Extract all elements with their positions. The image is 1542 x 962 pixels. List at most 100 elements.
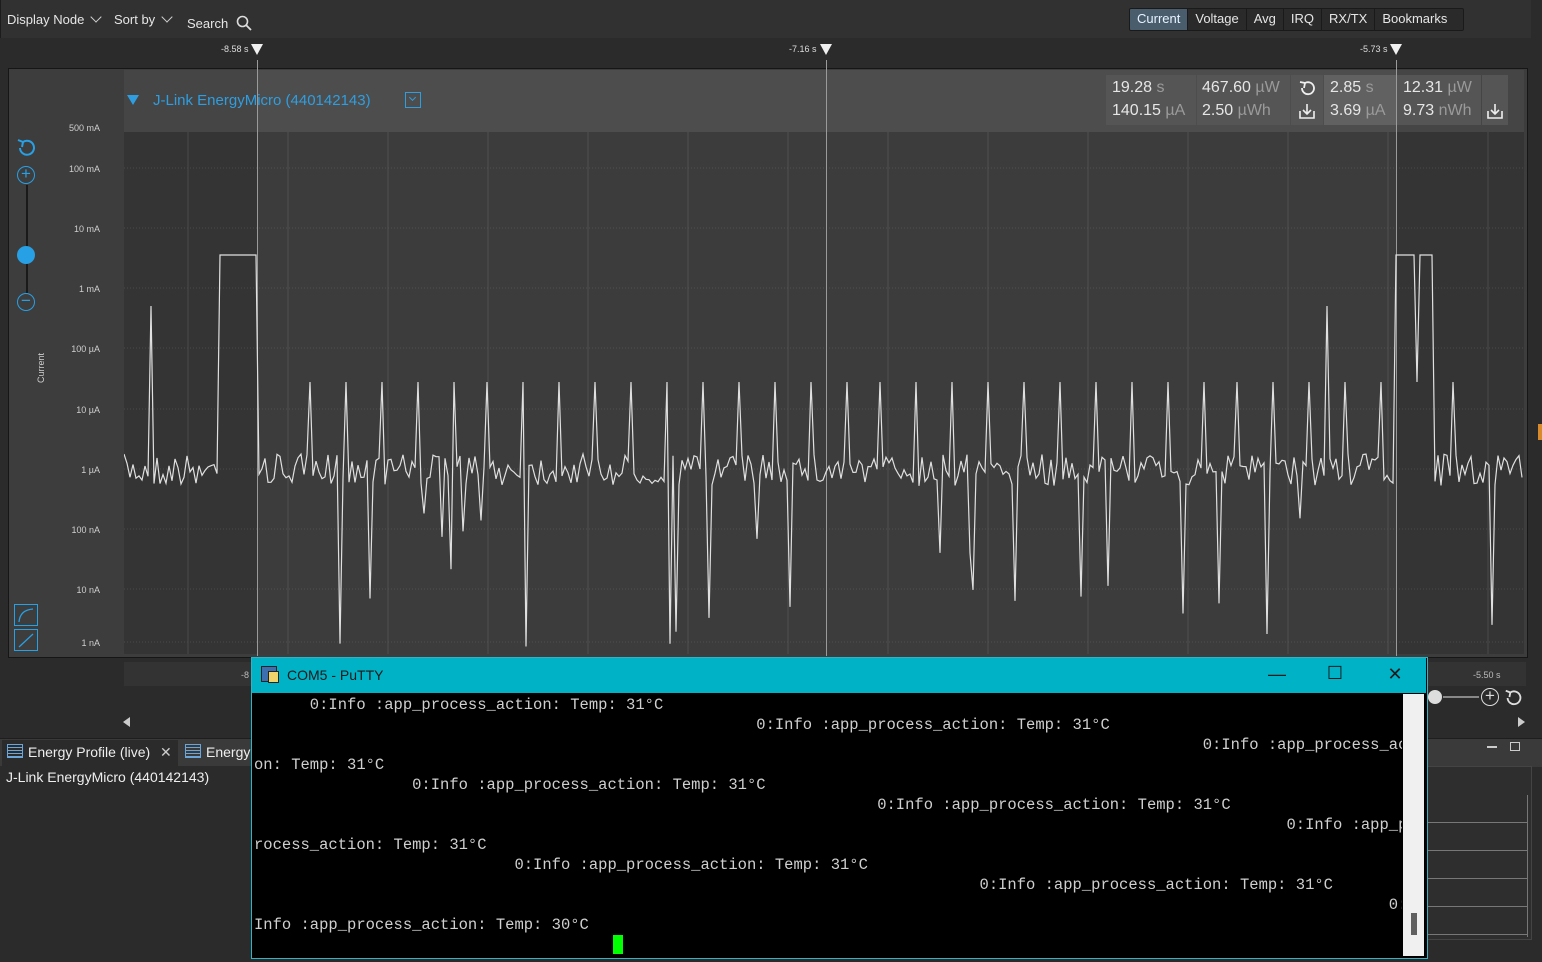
- tab-energy-profile-live[interactable]: Energy Profile (live) ✕: [7, 744, 172, 764]
- h-reset-zoom-icon[interactable]: [1503, 687, 1525, 709]
- tab-energy[interactable]: Energy: [185, 744, 250, 764]
- putty-app-icon: [261, 666, 279, 683]
- top-toolbar: Display Node Sort by Search Current Volt…: [0, 0, 1531, 38]
- minimize-panel-icon[interactable]: [1487, 746, 1497, 748]
- putty-titlebar[interactable]: [252, 658, 1426, 693]
- scroll-right-icon[interactable]: [1518, 717, 1525, 727]
- linear-mode-icon[interactable]: [14, 629, 38, 651]
- terminal-line: 0:Info :app_process_action: Temp: 31°C: [254, 776, 766, 794]
- selection-actions: [1482, 75, 1508, 125]
- y-tick-label: 500 mA: [68, 123, 100, 133]
- mode-avg[interactable]: Avg: [1247, 9, 1284, 30]
- zoom-in-icon[interactable]: +: [17, 165, 35, 184]
- current-trace: [124, 254, 1523, 647]
- selection-time-unit: s: [1365, 79, 1374, 96]
- selection-power-unit: µW: [1447, 79, 1472, 96]
- terminal-output[interactable]: 0:Info :app_process_action: Temp: 31°C 0…: [254, 694, 1402, 956]
- total-energy-unit: µWh: [1237, 102, 1271, 119]
- terminal-scroll-thumb[interactable]: [1411, 913, 1417, 935]
- mode-bookmarks[interactable]: Bookmarks: [1375, 9, 1463, 30]
- collapse-triangle-icon[interactable]: [127, 95, 139, 105]
- mode-voltage[interactable]: Voltage: [1188, 9, 1247, 30]
- display-node-dropdown[interactable]: Display Node: [7, 11, 102, 27]
- close-icon[interactable]: ✕: [1381, 664, 1409, 685]
- terminal-line: 0:Info :app_process_acti: [254, 736, 1402, 754]
- total-energy-value: 2.50: [1202, 102, 1234, 119]
- edge-indicator: [1538, 424, 1542, 440]
- maximize-panel-icon[interactable]: [1510, 742, 1520, 751]
- total-current-unit: µA: [1165, 102, 1186, 119]
- energy-profile-icon: [7, 744, 23, 758]
- right-side-pane: [1426, 766, 1532, 940]
- time-marker-label: -7.16 s: [789, 44, 817, 54]
- minimize-icon[interactable]: —: [1263, 664, 1291, 685]
- terminal-line: 0:Info :app_process_action: Temp: 31°C: [254, 716, 1110, 734]
- h-zoom-in-icon[interactable]: +: [1481, 687, 1499, 706]
- display-node-label: Display Node: [7, 12, 85, 27]
- mode-selector: Current Voltage Avg IRQ RX/TX Bookmarks: [1129, 8, 1465, 31]
- total-power-value: 467.60: [1202, 79, 1251, 96]
- scroll-left-icon[interactable]: [123, 717, 130, 727]
- export-selection-icon[interactable]: [1485, 102, 1505, 120]
- total-power-energy-stat: 467.60 µW 2.50 µWh: [1197, 75, 1290, 125]
- mode-irq[interactable]: IRQ: [1284, 9, 1323, 30]
- terminal-line: 0:Info :app_process_action: Temp: 31°C: [254, 876, 1333, 894]
- h-zoom-track[interactable]: [1443, 696, 1479, 698]
- terminal-line: 0:Info :app_process_action: Temp: 31°C: [254, 796, 1231, 814]
- total-power-unit: µW: [1255, 79, 1280, 96]
- mode-rxtx[interactable]: RX/TX: [1322, 9, 1376, 30]
- reset-zoom-icon[interactable]: [15, 136, 39, 160]
- terminal-cursor: [613, 935, 623, 954]
- terminal-line: 0:: [254, 896, 1402, 914]
- sort-by-dropdown[interactable]: Sort by: [114, 11, 173, 27]
- terminal-line: 0:Info :app_process_action: Temp: 31°C: [254, 696, 664, 714]
- terminal-line: Info :app_process_action: Temp: 30°C: [254, 916, 589, 934]
- terminal-line: 0:Info :app_process_action: Temp: 31°C: [254, 856, 868, 874]
- y-tick-label: 100 mA: [68, 164, 100, 174]
- sort-by-label: Sort by: [114, 12, 156, 27]
- time-axis-right-label: -5.50 s: [1473, 670, 1501, 680]
- chevron-down-icon: [161, 11, 173, 23]
- right-pane-rows: [1427, 795, 1528, 937]
- selection-time-current-stat: 2.85 s 3.69 µA: [1324, 75, 1396, 125]
- device-dropdown-icon[interactable]: [405, 92, 421, 108]
- device-title: J-Link EnergyMicro (440142143): [153, 92, 371, 109]
- time-marker-handle[interactable]: [820, 44, 832, 55]
- maximize-icon[interactable]: ☐: [1321, 663, 1349, 684]
- time-marker-handle[interactable]: [251, 44, 263, 55]
- zoom-slider-track[interactable]: [26, 185, 28, 293]
- selection-power-energy-stat: 12.31 µW 9.73 nWh: [1397, 75, 1481, 125]
- mode-current[interactable]: Current: [1130, 9, 1189, 30]
- curve-mode-icon[interactable]: [14, 604, 38, 626]
- selection-current-value: 3.69: [1330, 102, 1362, 119]
- total-time-current-stat: 19.28 s 140.15 µA: [1106, 75, 1196, 125]
- selection-time-value: 2.85: [1330, 79, 1362, 96]
- y-tick-label: 1 mA: [78, 284, 100, 294]
- device-list-item[interactable]: J-Link EnergyMicro (440142143): [6, 769, 209, 785]
- total-current-value: 140.15: [1112, 102, 1161, 119]
- y-tick-label: 10 µA: [76, 405, 100, 415]
- time-marker-handle[interactable]: [1390, 44, 1402, 55]
- export-stats-icon[interactable]: [1297, 102, 1317, 120]
- energy-profile-icon: [185, 744, 201, 758]
- zoom-out-icon[interactable]: −: [17, 292, 35, 311]
- y-axis-title: Current: [36, 352, 46, 383]
- close-icon[interactable]: ✕: [160, 744, 172, 760]
- selection-power-value: 12.31: [1403, 79, 1444, 96]
- terminal-line: 0:Info :app_p: [254, 816, 1402, 834]
- y-tick-label: 10 mA: [73, 224, 100, 234]
- terminal-line: on: Temp: 31°C: [254, 756, 385, 774]
- putty-title: COM5 - PuTTY: [287, 667, 384, 683]
- selection-energy-value: 9.73: [1403, 102, 1435, 119]
- total-actions: [1291, 75, 1323, 125]
- time-marker-label: -5.73 s: [1360, 44, 1388, 54]
- total-time-value: 19.28: [1112, 79, 1153, 96]
- time-axis-left-label: -8: [241, 670, 250, 680]
- y-tick-label: 100 nA: [71, 525, 100, 535]
- y-tick-label: 10 nA: [76, 585, 100, 595]
- time-marker-label: -8.58 s: [221, 44, 249, 54]
- zoom-slider-knob[interactable]: [17, 246, 35, 264]
- reset-stats-icon[interactable]: [1297, 79, 1317, 97]
- h-zoom-knob[interactable]: [1428, 690, 1442, 704]
- search-button[interactable]: Search: [187, 12, 252, 31]
